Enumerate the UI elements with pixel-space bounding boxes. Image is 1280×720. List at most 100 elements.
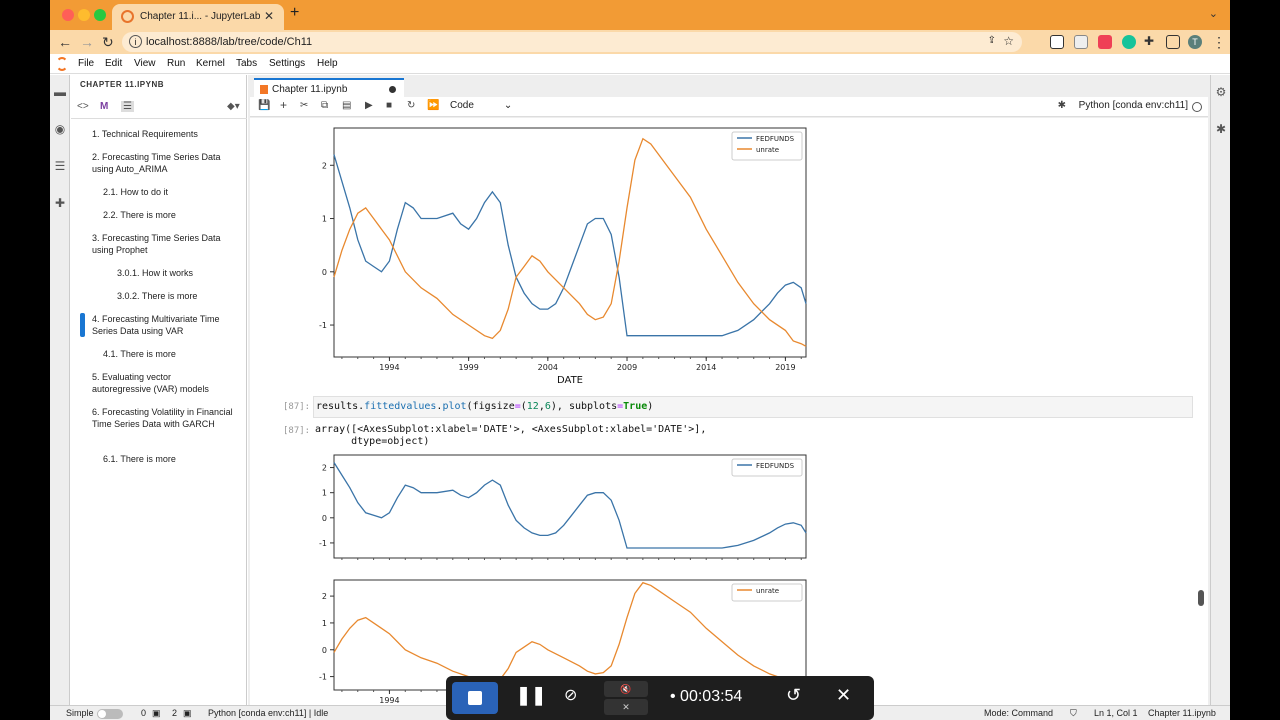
toc-item-active[interactable]: 4. Forecasting Multivariate Time Series …	[92, 313, 237, 337]
toc-item[interactable]: 5. Evaluating vector autoregressive (VAR…	[92, 371, 227, 395]
menu-file[interactable]: File	[78, 58, 94, 69]
code-token: 12	[526, 401, 539, 412]
simple-mode-toggle[interactable]	[97, 709, 123, 719]
toc-item[interactable]: 3.0.2. There is more	[117, 290, 242, 302]
site-info-icon[interactable]: i	[129, 35, 142, 48]
table-of-contents-icon[interactable]: ☰	[53, 159, 67, 173]
share-icon[interactable]: ⇪	[988, 35, 996, 46]
legend-label: FEDFUNDS	[756, 462, 795, 470]
kernel-name[interactable]: Python [conda env:ch11]	[1079, 100, 1188, 111]
debugger-bug-icon[interactable]: ✱	[1058, 100, 1066, 111]
minimize-window-icon[interactable]	[78, 9, 90, 21]
run-icon[interactable]: ▶	[365, 100, 373, 111]
camera-off-icon[interactable]: ⊘	[564, 685, 577, 705]
insert-cell-icon[interactable]: +	[280, 98, 287, 112]
tab-search-chevron-icon[interactable]: ⌄	[1209, 7, 1218, 20]
grammarly-extension-icon[interactable]	[1122, 35, 1136, 49]
new-tab-icon[interactable]: +	[290, 4, 299, 22]
restart-icon[interactable]: ↻	[407, 100, 415, 111]
interrupt-icon[interactable]: ■	[386, 100, 392, 111]
table-of-contents-panel: CHAPTER 11.IPYNB <> M ☰ ◆▾ 1. Technical …	[71, 75, 247, 705]
cut-icon[interactable]: ✂	[300, 100, 308, 111]
toc-item[interactable]: 6.1. There is more	[103, 453, 243, 465]
scrollbar-thumb[interactable]	[1198, 590, 1204, 606]
debugger-icon[interactable]: ✱	[1214, 122, 1228, 136]
maximize-window-icon[interactable]	[94, 9, 106, 21]
kernel-icon: ▣	[183, 708, 192, 718]
profile-avatar[interactable]: T	[1188, 35, 1202, 49]
notion-extension-icon[interactable]	[1050, 35, 1064, 49]
code-token: results.	[316, 401, 365, 412]
code-toggle-icon[interactable]: <>	[77, 101, 89, 112]
recording-timer: • 00:03:54	[670, 688, 743, 705]
notebook-content[interactable]: -1 0 1 2 1994 1999 2004 2009 2014 2019 DATE FEDFUND…	[250, 118, 1208, 705]
jupyter-logo-icon	[56, 57, 68, 71]
audio-controls: 🔇 ✕	[604, 681, 648, 715]
toc-item[interactable]: 4.1. There is more	[103, 348, 243, 360]
address-bar[interactable]: i localhost:8888/lab/tree/code/Ch11 ⇪ ☆	[122, 32, 1022, 52]
cell-type-select[interactable]: Code ⌄	[450, 100, 512, 111]
save-icon[interactable]: 💾	[258, 100, 270, 111]
terminals-count[interactable]: 0	[141, 708, 146, 718]
folder-icon[interactable]: ▬	[53, 85, 67, 99]
extensions-puzzle-icon[interactable]: ✚	[1144, 34, 1154, 48]
mic-muted-icon[interactable]: ✕	[604, 699, 648, 715]
pause-icon[interactable]: ❚❚	[516, 685, 546, 706]
simple-mode-label: Simple	[66, 708, 94, 718]
markdown-toggle-icon[interactable]: M	[100, 101, 108, 112]
cursor-position[interactable]: Ln 1, Col 1	[1094, 708, 1138, 718]
restart-run-all-icon[interactable]: ⏩	[427, 100, 439, 111]
running-stop-icon[interactable]: ◉	[53, 122, 67, 136]
menu-kernel[interactable]: Kernel	[196, 58, 225, 69]
restart-recording-icon[interactable]: ↺	[786, 685, 801, 706]
menu-view[interactable]: View	[134, 58, 156, 69]
terminal-icon: ▣	[152, 708, 161, 718]
cancel-recording-icon[interactable]: ✕	[836, 685, 851, 706]
extension-puzzle-icon[interactable]: ✚	[53, 196, 67, 210]
menu-edit[interactable]: Edit	[105, 58, 122, 69]
y-tick-label: 2	[322, 592, 327, 601]
y-tick-label: -1	[319, 321, 327, 330]
close-tab-icon[interactable]: ✕	[264, 9, 274, 23]
menu-run[interactable]: Run	[167, 58, 185, 69]
toc-item[interactable]: 3.0.1. How it works	[117, 267, 242, 279]
toc-item[interactable]: 2. Forecasting Time Series Data using Au…	[92, 151, 237, 175]
browser-menu-icon[interactable]: ⋮	[1212, 34, 1226, 51]
toc-item[interactable]: 6. Forecasting Volatility in Financial T…	[92, 406, 237, 430]
unsaved-indicator-icon[interactable]	[389, 86, 396, 93]
menu-settings[interactable]: Settings	[269, 58, 305, 69]
kernel-status[interactable]: Python [conda env:ch11] | Idle	[208, 708, 328, 718]
notebook-tab[interactable]: Chapter 11.ipynb	[254, 78, 404, 98]
property-inspector-gear-icon[interactable]: ⚙	[1214, 85, 1228, 99]
toc-item[interactable]: 3. Forecasting Time Series Data using Pr…	[92, 232, 237, 256]
notebook-toolbar: 💾 + ✂ ⧉ ▤ ▶ ■ ↻ ⏩ Code ⌄ ✱ Python [conda …	[250, 97, 1208, 117]
paste-icon[interactable]: ▤	[342, 100, 351, 111]
toc-item[interactable]: 2.1. How to do it	[103, 186, 243, 198]
back-arrow-icon[interactable]: ←	[58, 34, 72, 50]
menu-help[interactable]: Help	[317, 58, 338, 69]
toc-item[interactable]: 2.2. There is more	[103, 209, 243, 221]
kernels-count[interactable]: 2	[172, 708, 177, 718]
sidebar-panel-icon[interactable]	[1166, 35, 1180, 49]
code-cell-editor[interactable]: results.fittedvalues.plot(figsize=(12,6)…	[313, 396, 1193, 418]
menu-tabs[interactable]: Tabs	[236, 58, 257, 69]
jupyter-favicon-icon	[121, 10, 134, 23]
cell-type-label: Code	[450, 100, 474, 111]
fedfunds-subplot: -1 0 1 2 FEDFUNDS	[319, 454, 807, 560]
numbering-toggle-icon[interactable]: ☰	[121, 101, 134, 112]
toc-active-indicator	[80, 313, 85, 337]
status-filename: Chapter 11.ipynb	[1148, 708, 1216, 718]
docs-extension-icon[interactable]	[1074, 35, 1088, 49]
copy-icon[interactable]: ⧉	[321, 100, 328, 111]
browser-tab[interactable]: Chapter 11.i... - JupyterLab ✕	[112, 4, 284, 30]
stop-recording-button[interactable]	[452, 682, 498, 714]
bookmark-star-icon[interactable]: ☆	[1003, 34, 1014, 48]
x-tick-label: 2009	[617, 363, 637, 372]
pocket-extension-icon[interactable]	[1098, 35, 1112, 49]
toc-item[interactable]: 1. Technical Requirements	[92, 128, 242, 140]
close-window-icon[interactable]	[62, 9, 74, 21]
forward-arrow-icon[interactable]: →	[80, 34, 94, 50]
tag-filter-icon[interactable]: ◆▾	[227, 101, 240, 112]
reload-icon[interactable]: ↻	[102, 34, 114, 51]
system-audio-muted-icon[interactable]: 🔇	[604, 681, 648, 697]
